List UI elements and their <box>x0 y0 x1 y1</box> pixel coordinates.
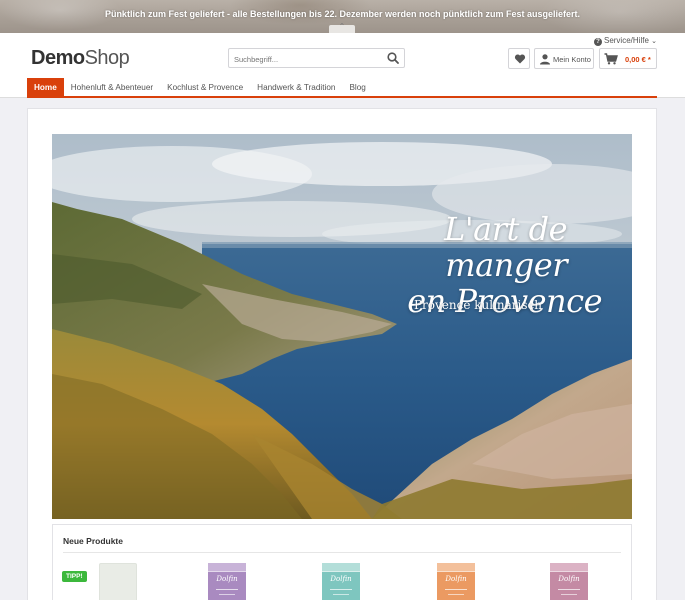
product-card[interactable]: Dolfin <box>550 563 588 600</box>
logo-bold: Demo <box>31 47 85 69</box>
wishlist-button[interactable] <box>508 48 530 69</box>
product-image <box>99 563 137 600</box>
product-card[interactable] <box>99 563 137 600</box>
announcement-collapse-button[interactable]: ⌃ <box>329 22 355 33</box>
nav-item-hohenluft[interactable]: Hohenluft & Abenteuer <box>64 78 160 97</box>
product-card[interactable]: Dolfin <box>437 563 475 600</box>
nav-item-handwerk[interactable]: Handwerk & Tradition <box>250 78 342 97</box>
announcement-text: Pünktlich zum Fest geliefert - alle Best… <box>104 9 581 19</box>
new-products-section: Neue Produkte TIPP! Dolfin Dolfin Dolfin… <box>52 524 632 600</box>
chevron-up-icon: ⌃ <box>338 22 346 31</box>
main-navigation: Home Hohenluft & Abenteuer Kochlust & Pr… <box>0 78 685 98</box>
help-icon: ? <box>593 38 602 46</box>
product-card[interactable]: Dolfin <box>322 563 360 600</box>
product-brand: Dolfin <box>445 575 467 583</box>
section-divider <box>63 552 621 553</box>
chevron-down-icon: ⌄ <box>651 38 657 45</box>
product-brand: Dolfin <box>558 575 580 583</box>
heart-icon <box>514 54 526 64</box>
cart-total: 0,00 € * <box>625 55 651 64</box>
hero-title-line1: L'art de manger <box>444 210 567 284</box>
hero-landscape-image <box>52 134 632 519</box>
product-card[interactable]: Dolfin <box>208 563 246 600</box>
hero-banner[interactable]: L'art de manger en Provence Provence kul… <box>52 134 632 519</box>
account-label: Mein Konto <box>553 55 591 64</box>
logo-thin: Shop <box>84 47 130 69</box>
nav-accent-line <box>27 96 657 98</box>
hero-subtitle: Provence kulinarisch <box>413 298 542 312</box>
service-help-label: Service/Hilfe <box>603 36 649 45</box>
service-help-menu[interactable]: ? Service/Hilfe ⌄ <box>593 36 657 46</box>
account-button[interactable]: Mein Konto <box>534 48 594 69</box>
new-products-title: Neue Produkte <box>63 536 123 546</box>
product-brand: Dolfin <box>330 575 352 583</box>
cart-icon <box>604 53 618 65</box>
search-icon[interactable] <box>387 52 399 64</box>
user-icon <box>540 54 550 65</box>
tip-badge: TIPP! <box>62 571 87 582</box>
search-box <box>228 48 405 69</box>
search-input[interactable] <box>229 50 379 69</box>
cart-button[interactable]: 0,00 € * <box>599 48 657 69</box>
product-brand: Dolfin <box>216 575 238 583</box>
nav-item-kochlust[interactable]: Kochlust & Provence <box>160 78 250 97</box>
nav-item-blog[interactable]: Blog <box>342 78 372 97</box>
nav-item-home[interactable]: Home <box>27 78 64 97</box>
logo[interactable]: DemoShop <box>31 47 130 70</box>
announcement-bar: Pünktlich zum Fest geliefert - alle Best… <box>0 0 685 33</box>
